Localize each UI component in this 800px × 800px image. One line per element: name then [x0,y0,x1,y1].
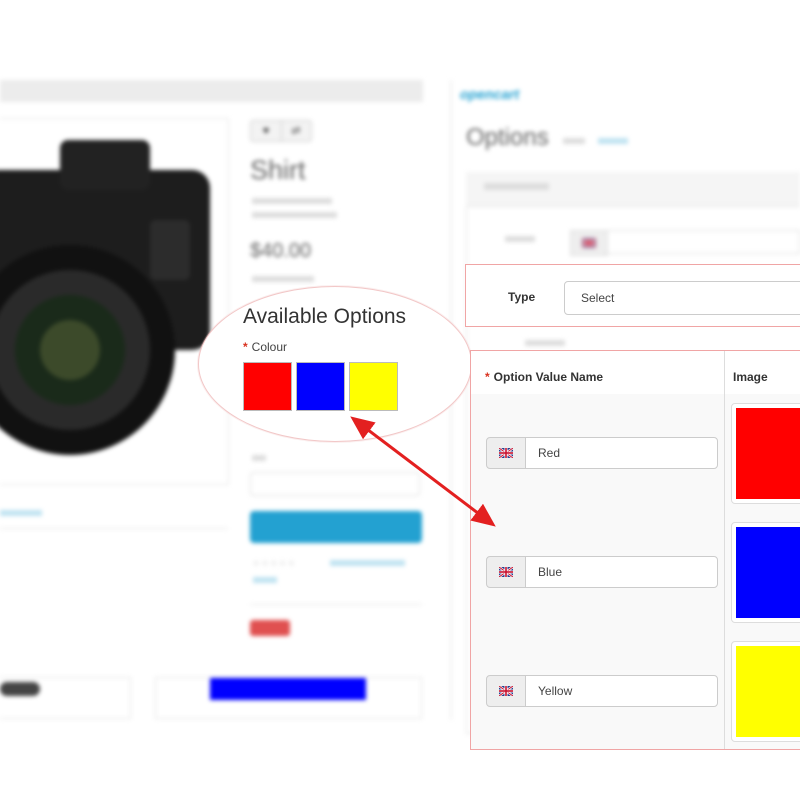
double-headed-arrow-icon [350,416,496,527]
